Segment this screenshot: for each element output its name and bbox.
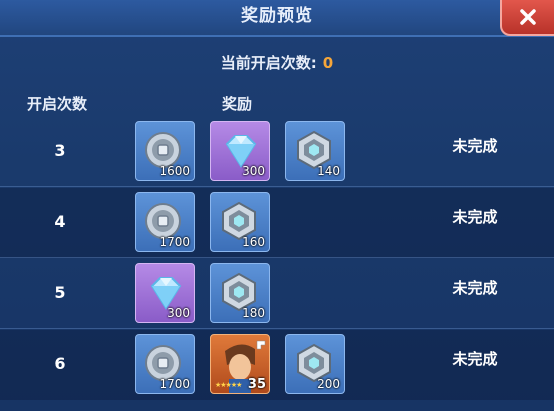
- column-header-reward: 奖励: [222, 95, 253, 113]
- reward-quantity: 1700: [159, 377, 190, 391]
- reward-quantity: 300: [242, 164, 265, 178]
- row-divider: [0, 328, 554, 329]
- row-count: 3: [54, 141, 66, 160]
- close-icon: [520, 9, 536, 25]
- reward-quantity: 180: [242, 306, 265, 320]
- table-row: 3 1600 300 140 未完成: [0, 117, 554, 187]
- reward-quantity: 35: [247, 377, 266, 392]
- reward-item-silver-coin[interactable]: 1600: [135, 121, 195, 181]
- reward-quantity: 140: [317, 164, 340, 178]
- table-row: 6 1700 ★★★★★ 35 200 未完成: [0, 330, 554, 400]
- reward-item-silver-coin[interactable]: 1700: [135, 192, 195, 252]
- reward-item-silver-badge[interactable]: 200: [285, 334, 345, 394]
- table-row: 4 1700 160 未完成: [0, 188, 554, 258]
- reward-quantity: 160: [242, 235, 265, 249]
- row-divider: [0, 186, 554, 187]
- row-count: 4: [54, 212, 66, 231]
- reward-preview-panel: 奖励预览 当前开启次数: 0 开启次数 奖励 3 1600 300 140 未完…: [0, 0, 554, 411]
- row-status: 未完成: [452, 279, 498, 297]
- reward-quantity: 1600: [159, 164, 190, 178]
- close-button[interactable]: [500, 0, 554, 36]
- reward-item-silver-coin[interactable]: 1700: [135, 334, 195, 394]
- row-status: 未完成: [452, 208, 498, 226]
- reward-quantity: 200: [317, 377, 340, 391]
- reward-item-diamond[interactable]: 300: [135, 263, 195, 323]
- reward-item-silver-badge[interactable]: 140: [285, 121, 345, 181]
- column-header-count: 开启次数: [27, 95, 88, 113]
- table-row: 5 300 180 未完成: [0, 259, 554, 329]
- row-count: 5: [54, 283, 66, 302]
- row-count: 6: [54, 354, 66, 373]
- open-count-label: 当前开启次数:: [220, 54, 317, 72]
- window-title: 奖励预览: [241, 6, 313, 26]
- open-count-value: 0: [322, 54, 334, 72]
- reward-item-silver-badge[interactable]: 180: [210, 263, 270, 323]
- star-rating-icon: ★★★★★: [215, 381, 242, 389]
- row-status: 未完成: [452, 137, 498, 155]
- reward-item-silver-badge[interactable]: 160: [210, 192, 270, 252]
- row-status: 未完成: [452, 350, 498, 368]
- open-count-summary: 当前开启次数: 0: [0, 52, 554, 73]
- reward-quantity: 1700: [159, 235, 190, 249]
- reward-quantity: 300: [167, 306, 190, 320]
- row-divider: [0, 257, 554, 258]
- reward-item-diamond[interactable]: 300: [210, 121, 270, 181]
- reward-item-hero-shard[interactable]: ★★★★★ 35: [210, 334, 270, 394]
